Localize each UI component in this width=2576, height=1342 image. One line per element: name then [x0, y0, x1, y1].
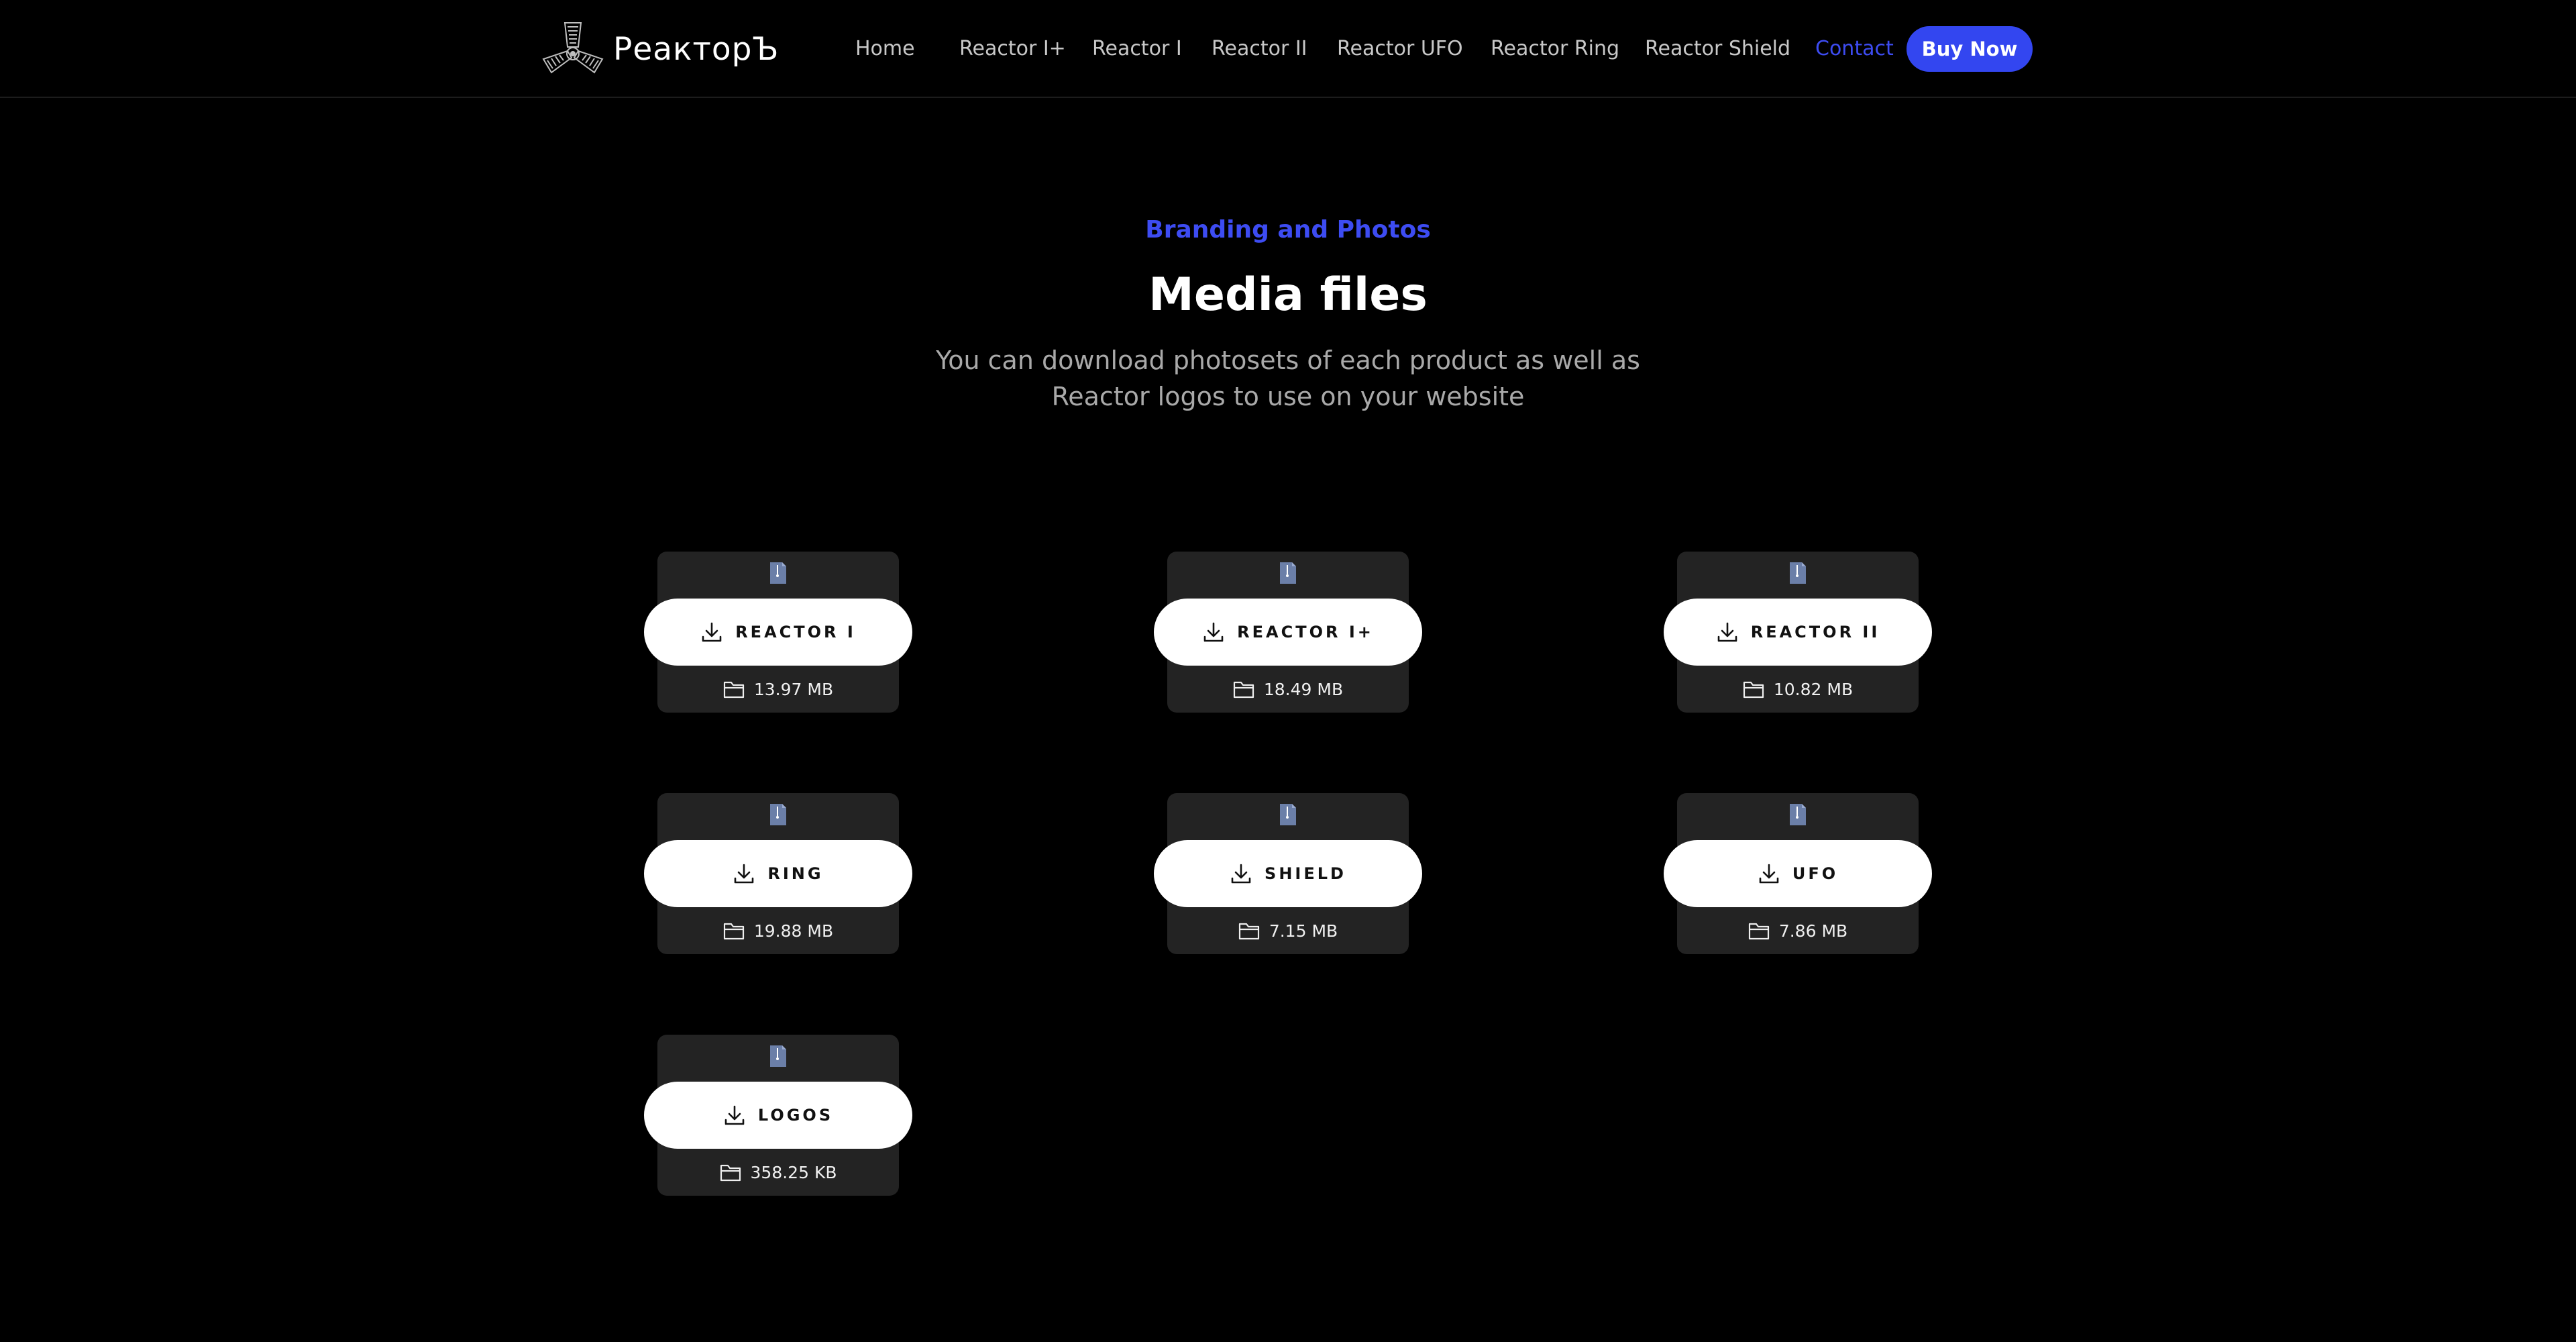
zip-file-icon: [1788, 803, 1807, 827]
buy-now-button[interactable]: Buy Now: [1907, 26, 2033, 72]
reactor-logo-icon: [542, 20, 604, 78]
nav-reactor-shield[interactable]: Reactor Shield: [1645, 36, 1790, 62]
zip-file-icon: [1279, 561, 1297, 585]
section-eyebrow: Branding and Photos: [1145, 216, 1431, 244]
download-icon: [723, 1104, 746, 1127]
zip-file-icon: [769, 803, 788, 827]
download-icon: [1716, 621, 1739, 643]
download-label: RING: [767, 864, 824, 883]
download-label: LOGOS: [757, 1106, 834, 1125]
folder-icon: [1748, 921, 1770, 940]
file-size: 18.49 MB: [1167, 676, 1409, 703]
download-shield-button[interactable]: SHIELD: [1154, 840, 1422, 907]
file-size-text: 10.82 MB: [1773, 679, 1854, 699]
folder-icon: [1238, 921, 1260, 940]
media-file-card: SHIELD 7.15 MB: [1154, 793, 1422, 954]
folder-icon: [1233, 680, 1254, 699]
download-ufo-button[interactable]: UFO: [1664, 840, 1932, 907]
zip-file-icon: [1788, 561, 1807, 585]
download-icon: [1230, 862, 1252, 885]
nav-home[interactable]: Home: [855, 36, 915, 62]
media-file-card: REACTOR I+ 18.49 MB: [1154, 552, 1422, 713]
file-size-text: 7.15 MB: [1269, 921, 1338, 941]
download-label: REACTOR II: [1750, 623, 1880, 641]
download-label: REACTOR I: [735, 623, 856, 641]
zip-file-icon: [769, 561, 788, 585]
nav-reactor-i-plus[interactable]: Reactor I+: [959, 36, 1066, 62]
nav-contact[interactable]: Contact: [1815, 36, 1894, 62]
file-size: 10.82 MB: [1677, 676, 1919, 703]
page-title: Media files: [1148, 268, 1428, 321]
download-ring-button[interactable]: RING: [644, 840, 912, 907]
download-icon: [700, 621, 723, 643]
zip-file-icon: [1279, 803, 1297, 827]
download-label: SHIELD: [1265, 864, 1346, 883]
media-file-card: REACTOR I 13.97 MB: [644, 552, 912, 713]
download-reactor-i-button[interactable]: REACTOR I: [644, 599, 912, 666]
file-size-text: 358.25 KB: [750, 1162, 837, 1182]
nav-reactor-ufo[interactable]: Reactor UFO: [1337, 36, 1463, 62]
download-logos-button[interactable]: LOGOS: [644, 1082, 912, 1149]
brand-logo-link[interactable]: РеакторЪ: [542, 19, 780, 79]
zip-file-icon: [769, 1044, 788, 1068]
nav-reactor-i[interactable]: Reactor I: [1092, 36, 1182, 62]
folder-icon: [1743, 680, 1764, 699]
media-file-card: LOGOS 358.25 KB: [644, 1035, 912, 1196]
file-size-text: 18.49 MB: [1263, 679, 1344, 699]
download-reactor-i-plus-button[interactable]: REACTOR I+: [1154, 599, 1422, 666]
folder-icon: [723, 921, 745, 940]
file-size: 358.25 KB: [657, 1159, 899, 1186]
download-icon: [1202, 621, 1225, 643]
page-subtitle: You can download photosets of each produ…: [936, 346, 1640, 411]
file-size-text: 13.97 MB: [753, 679, 834, 699]
nav-reactor-ring[interactable]: Reactor Ring: [1491, 36, 1619, 62]
file-size: 13.97 MB: [657, 676, 899, 703]
file-size: 7.15 MB: [1167, 917, 1409, 944]
brand-name: РеакторЪ: [613, 30, 780, 68]
download-reactor-ii-button[interactable]: REACTOR II: [1664, 599, 1932, 666]
file-size: 19.88 MB: [657, 917, 899, 944]
download-label: UFO: [1792, 864, 1839, 883]
download-icon: [733, 862, 755, 885]
media-file-card: REACTOR II 10.82 MB: [1664, 552, 1932, 713]
file-size-text: 19.88 MB: [753, 921, 834, 941]
site-header: РеакторЪ Home Reactor I+ Reactor I React…: [0, 0, 2576, 98]
file-size: 7.86 MB: [1677, 917, 1919, 944]
media-file-card: RING 19.88 MB: [644, 793, 912, 954]
nav-reactor-ii[interactable]: Reactor II: [1212, 36, 1307, 62]
folder-icon: [723, 680, 745, 699]
download-icon: [1758, 862, 1780, 885]
folder-icon: [720, 1163, 741, 1182]
file-size-text: 7.86 MB: [1778, 921, 1848, 941]
download-label: REACTOR I+: [1237, 623, 1374, 641]
media-file-card: UFO 7.86 MB: [1664, 793, 1932, 954]
